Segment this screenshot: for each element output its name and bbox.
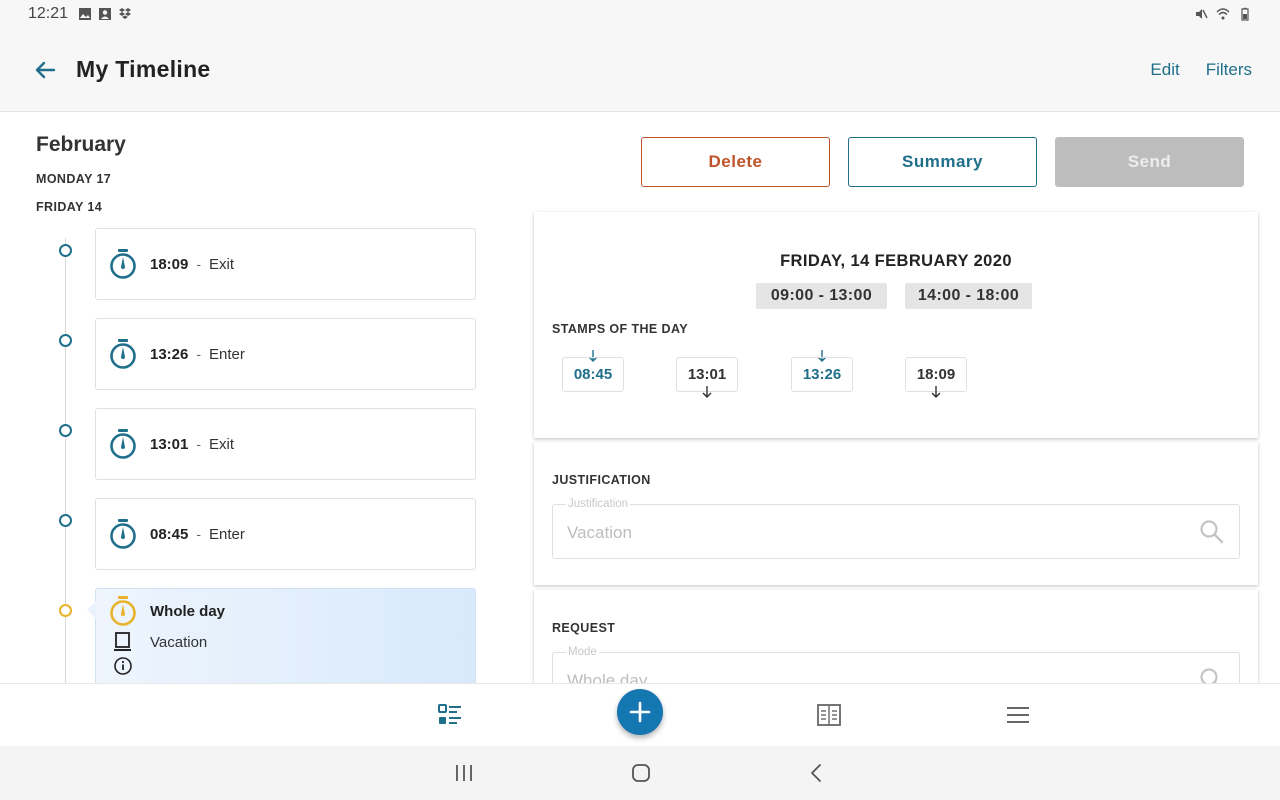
search-icon[interactable] [1199,667,1225,683]
recent-apps-icon[interactable] [453,762,475,784]
system-back-icon[interactable] [806,762,828,784]
dropbox-icon [119,8,132,19]
wifi-icon [1216,8,1230,20]
bottom-navigation [0,683,1280,746]
justification-field[interactable]: Justification Vacation [552,498,1240,559]
home-icon[interactable] [630,762,652,784]
edit-button[interactable]: Edit [1150,60,1179,80]
info-icon [114,657,132,675]
timeline-dot [59,424,72,437]
entry-kind: Enter [209,525,245,543]
entry-time: 13:26 [150,345,189,363]
back-button[interactable] [32,57,58,83]
request-card: REQUEST Mode Whole day [534,590,1258,683]
mode-field-label: Mode [566,646,599,658]
selected-entry-title: Whole day [150,602,226,620]
entry-separator: - [196,256,202,272]
menu-icon[interactable] [1005,702,1031,728]
entry-time: 08:45 [150,525,189,543]
entry-separator: - [196,526,202,542]
summary-button[interactable]: Summary [848,137,1037,187]
mode-value: Whole day [567,671,648,683]
calendar-grid-icon[interactable] [816,702,842,728]
selected-entry-subtitle: Vacation [150,633,208,651]
battery-icon [1241,7,1249,21]
entry-kind: Exit [209,435,235,453]
entry-time: 18:09 [150,255,189,273]
entry-separator: - [196,436,202,452]
shift-badge: 14:00 - 18:00 [905,283,1032,309]
request-section-label: REQUEST [552,621,616,635]
justification-section-label: JUSTIFICATION [552,473,651,487]
arrow-down-icon [931,386,941,398]
stopwatch-icon [110,339,136,369]
timeline-dot [59,514,72,527]
contact-icon [99,8,112,20]
shift-badge: 09:00 - 13:00 [756,283,887,309]
stopwatch-icon [110,519,136,549]
timeline-entry[interactable]: 08:45 - Enter [95,498,476,570]
arrow-left-icon [35,61,56,78]
search-icon[interactable] [1199,519,1225,545]
stopwatch-icon [110,596,136,626]
arrow-down-icon [702,386,712,398]
stopwatch-icon [110,249,136,279]
day-detail-card: FRIDAY, 14 FEBRUARY 2020 09:00 - 13:00 1… [534,212,1258,438]
entry-kind: Exit [209,255,235,273]
day-header[interactable]: FRIDAY 14 [36,200,102,214]
justification-field-label: Justification [566,498,631,510]
app-bar: My Timeline Edit Filters [0,28,1280,112]
month-title: February [36,133,126,156]
send-button[interactable]: Send [1055,137,1244,187]
timeline-panel: February MONDAY 17 FRIDAY 14 18:09 - Exi… [0,113,500,683]
entry-kind: Enter [209,345,245,363]
add-icon [629,701,651,723]
stamps-label: STAMPS OF THE DAY [552,322,688,336]
timeline-entry-selected[interactable]: Whole day Vacation [87,588,476,683]
timeline-entry[interactable]: 18:09 - Exit [95,228,476,300]
system-navigation [0,746,1280,800]
timeline-dot [59,334,72,347]
mode-field[interactable]: Mode Whole day [552,646,1240,683]
delete-button[interactable]: Delete [641,137,830,187]
page-title: My Timeline [76,56,211,82]
status-time: 12:21 [28,5,69,22]
gallery-icon [79,8,92,20]
mute-icon [1196,9,1208,19]
timeline-entry[interactable]: 13:26 - Enter [95,318,476,390]
filters-button[interactable]: Filters [1206,60,1252,80]
tablet-icon [114,632,131,651]
justification-card: JUSTIFICATION Justification Vacation [534,442,1258,585]
entry-separator: - [196,346,202,362]
entry-time: 13:01 [150,435,189,453]
detail-date: FRIDAY, 14 FEBRUARY 2020 [780,252,1012,270]
day-header[interactable]: MONDAY 17 [36,172,111,186]
stamp-chip[interactable]: 08:45 [562,357,624,392]
stopwatch-icon [110,429,136,459]
timeline-dot [59,244,72,257]
timeline-list-icon[interactable] [437,702,463,728]
justification-value: Vacation [567,523,632,542]
stamp-chip[interactable]: 13:26 [791,357,853,392]
status-bar: 12:21 [0,0,1280,28]
timeline-dot-selected [59,604,72,617]
add-button[interactable] [617,689,663,735]
timeline-entry[interactable]: 13:01 - Exit [95,408,476,480]
